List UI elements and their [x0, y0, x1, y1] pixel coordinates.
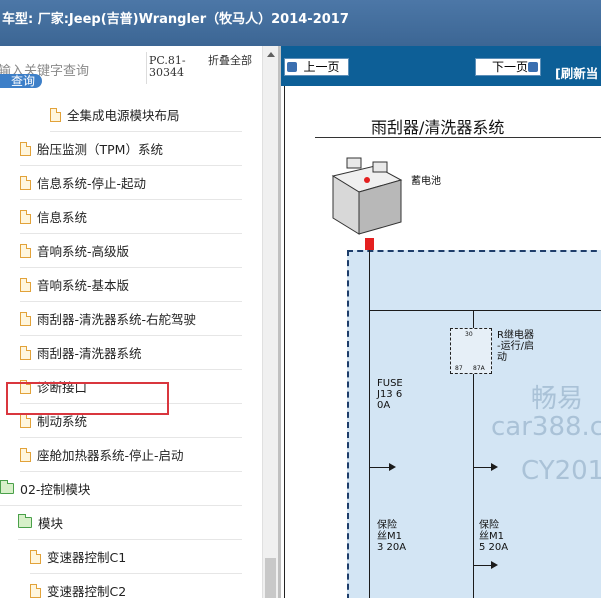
toolbar-separator — [146, 52, 147, 84]
app-header: 车型: 厂家:Jeep(吉普)Wrangler（牧马人）2014-2017 — [0, 0, 601, 46]
document-viewer: 上一页 下一页 [刷新当 雨刮器/清洗器系统 蓄电池 FUSE J13 6 0A… — [281, 46, 601, 598]
document-icon — [20, 175, 31, 190]
tree-folder[interactable]: 02-控制模块 — [0, 472, 242, 506]
arrow-left-icon — [287, 62, 297, 72]
selection-highlight-box — [6, 382, 169, 415]
relay-symbol: 30 87 87A — [450, 328, 492, 374]
left-panel: 查询 PC.81-30344 折叠全部 全集成电源模块布局 胎压监测（TPM）系… — [0, 46, 262, 598]
battery-label: 蓄电池 — [411, 176, 441, 187]
tree-item[interactable]: 胎压监测（TPM）系统 — [20, 132, 242, 166]
wiring-diagram: 雨刮器/清洗器系统 蓄电池 FUSE J13 6 0A 30 87 87A R继… — [284, 86, 601, 598]
arrow-right-icon — [528, 62, 538, 72]
refresh-link[interactable]: [刷新当 — [555, 63, 598, 82]
wire-vertical-1 — [369, 250, 370, 598]
folder-open-icon — [0, 480, 14, 494]
search-button[interactable]: 查询 — [0, 74, 42, 88]
next-page-button[interactable]: 下一页 — [475, 58, 541, 76]
battery-terminal — [365, 238, 374, 250]
tree-folder[interactable]: 模块 — [18, 506, 242, 540]
tree-item[interactable]: 座舱加热器系统-停止-启动 — [20, 438, 242, 472]
relay-label: R继电器 -运行/启 动 — [497, 330, 534, 363]
tree-item[interactable]: 音响系统-高级版 — [20, 234, 242, 268]
collapse-all-button[interactable]: 折叠全部 — [208, 55, 252, 67]
document-icon — [20, 447, 31, 462]
document-icon — [20, 277, 31, 292]
tree-scrollbar[interactable] — [262, 46, 278, 598]
document-icon — [20, 209, 31, 224]
watermark-text: 畅易 — [531, 384, 584, 414]
watermark-text: CY201 — [521, 456, 601, 486]
tree-item[interactable]: 雨刮器-清洗器系统-右舵驾驶 — [20, 302, 242, 336]
diagram-title: 雨刮器/清洗器系统 — [371, 118, 505, 137]
watermark-text: car388.c — [491, 412, 601, 442]
vehicle-title: 车型: 厂家:Jeep(吉普)Wrangler（牧马人）2014-2017 — [2, 12, 349, 27]
tree-item[interactable]: 信息系统-停止-起动 — [20, 166, 242, 200]
wire-branch-3 — [473, 565, 493, 566]
tree-item[interactable]: 变速器控制C2 — [30, 574, 242, 598]
tree-item[interactable]: 音响系统-基本版 — [20, 268, 242, 302]
tree-item[interactable]: 全集成电源模块布局 — [50, 98, 242, 132]
title-underline — [315, 137, 601, 138]
wire-branch-2 — [473, 467, 493, 468]
fuse-m13-label: 保险 丝M1 3 20A — [377, 520, 407, 553]
document-icon — [20, 141, 31, 156]
battery-icon — [331, 157, 403, 235]
document-icon — [50, 107, 61, 122]
pc-code: PC.81-30344 — [149, 54, 186, 79]
fuse-m15-label: 保险 丝M1 5 20A — [479, 520, 509, 553]
fuse-j13-label: FUSE J13 6 0A — [377, 378, 403, 411]
tree-item[interactable]: 变速器控制C1 — [30, 540, 242, 574]
document-icon — [20, 345, 31, 360]
wire-bus — [369, 310, 601, 311]
tree-item-selected[interactable]: 雨刮器-清洗器系统 — [20, 336, 242, 370]
tree-item[interactable]: 信息系统 — [20, 200, 242, 234]
wire-branch-1 — [369, 467, 391, 468]
prev-page-button[interactable]: 上一页 — [284, 58, 349, 76]
viewer-toolbar: 上一页 下一页 [刷新当 — [281, 46, 601, 86]
document-icon — [20, 243, 31, 258]
document-icon — [30, 583, 41, 598]
scroll-thumb[interactable] — [265, 558, 276, 598]
folder-open-icon — [18, 514, 32, 528]
document-icon — [30, 549, 41, 564]
document-icon — [20, 311, 31, 326]
scroll-up-arrow-icon[interactable] — [267, 52, 275, 57]
document-icon — [20, 413, 31, 428]
